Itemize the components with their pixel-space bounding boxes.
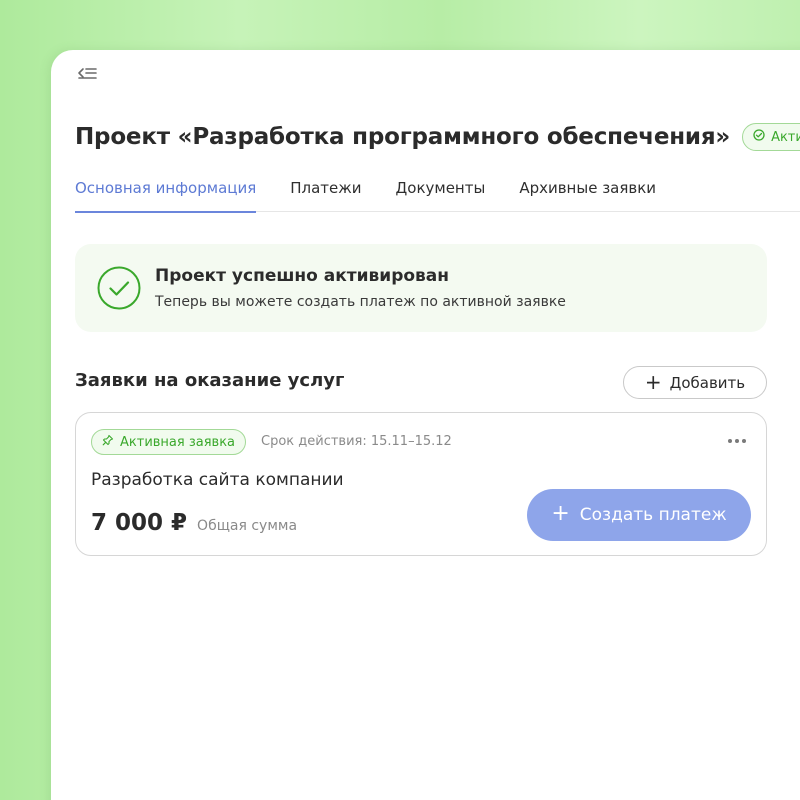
add-request-button[interactable]: + Добавить <box>623 366 767 399</box>
check-circle-icon <box>97 266 141 310</box>
add-button-label: Добавить <box>669 373 746 392</box>
success-alert: Проект успешно активирован Теперь вы мож… <box>75 244 767 332</box>
validity-period: Срок действия: 15.11–15.12 <box>261 434 452 449</box>
badge-label: Активная заявка <box>120 434 236 450</box>
page-title: Проект «Разработка программного обеспече… <box>75 124 731 150</box>
collapse-menu-icon[interactable] <box>75 65 99 85</box>
plus-icon: + <box>551 501 570 526</box>
app-window: Проект «Разработка программного обеспече… <box>51 50 800 800</box>
total-amount: 7 000 ₽ <box>91 510 188 536</box>
tab-payments[interactable]: Платежи <box>290 178 361 212</box>
page-header: Проект «Разработка программного обеспече… <box>75 123 800 151</box>
tab-archived-requests[interactable]: Архивные заявки <box>519 178 656 212</box>
tab-bar: Основная информация Платежи Документы Ар… <box>75 178 800 213</box>
pin-icon <box>102 434 114 450</box>
request-card: Активная заявка Срок действия: 15.11–15.… <box>75 412 767 556</box>
plus-icon: + <box>644 369 662 394</box>
tab-main-info[interactable]: Основная информация <box>75 178 257 213</box>
check-circle-icon <box>753 129 765 145</box>
amount-row: 7 000 ₽ Общая сумма <box>91 510 297 536</box>
create-payment-label: Создать платеж <box>579 505 727 525</box>
status-badge: Акти <box>742 123 800 151</box>
more-horizontal-icon[interactable] <box>726 433 748 449</box>
tab-documents[interactable]: Документы <box>396 178 486 212</box>
create-payment-button[interactable]: + Создать платеж <box>527 489 751 541</box>
active-request-badge: Активная заявка <box>91 429 247 455</box>
section-title: Заявки на оказание услуг <box>75 370 345 391</box>
request-title: Разработка сайта компании <box>91 470 344 490</box>
alert-title: Проект успешно активирован <box>155 266 450 286</box>
alert-description: Теперь вы можете создать платеж по актив… <box>155 294 566 310</box>
amount-label: Общая сумма <box>197 518 298 534</box>
status-badge-label: Акти <box>771 129 800 145</box>
